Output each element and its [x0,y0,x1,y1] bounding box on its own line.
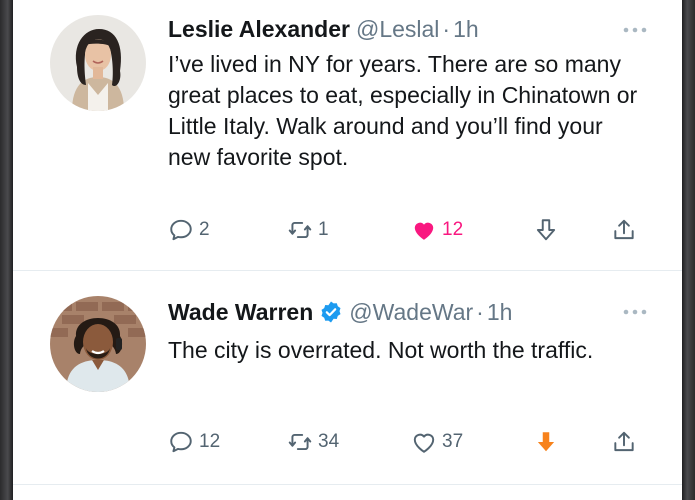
tweet-wade-warren[interactable]: Wade Warren @WadeWar · 1h The city is ov… [13,272,682,484]
like-button[interactable]: 12 [411,215,463,245]
retweet-button[interactable]: 1 [287,215,329,245]
divider [13,484,682,485]
dot-separator: · [442,16,451,42]
dot-separator: · [476,299,484,325]
timestamp[interactable]: 1h [453,15,479,43]
reply-count: 2 [199,219,210,240]
more-icon[interactable] [622,26,648,34]
author-name[interactable]: Leslie Alexander [168,15,350,43]
verified-badge-icon [321,301,341,323]
avatar[interactable] [50,296,146,392]
heart-icon [413,433,435,453]
downvote-icon [537,432,555,452]
share-button[interactable] [611,427,637,457]
downvote-icon [536,219,556,241]
reply-button[interactable]: 2 [168,215,210,245]
share-icon [614,219,634,240]
timeline: Leslie Alexander @Leslal · 1h I’ve lived… [13,0,682,500]
retweet-count: 34 [318,431,340,452]
more-icon[interactable] [622,308,648,316]
author-handle[interactable]: @WadeWar [349,298,473,326]
tweet-leslie-alexander[interactable]: Leslie Alexander @Leslal · 1h I’ve lived… [13,0,682,270]
tweet-actions: 2 1 12 [168,215,653,245]
tweet-text: I’ve lived in NY for years. There are so… [168,51,638,170]
reply-icon [170,219,192,241]
like-count: 12 [442,219,464,240]
retweet-icon [288,433,312,451]
share-button[interactable] [611,215,637,245]
heart-icon [414,222,434,240]
like-button[interactable]: 37 [411,427,463,457]
timestamp[interactable]: 1h [487,298,513,326]
tweet-actions: 12 34 37 [168,427,653,457]
author-name[interactable]: Wade Warren [168,298,313,326]
reply-icon [170,431,192,453]
retweet-count: 1 [318,219,329,240]
tweet-header: Wade Warren @WadeWar · 1h [168,298,512,326]
device-bezel-right [682,0,695,500]
avatar[interactable] [50,15,146,111]
downvote-button[interactable] [533,427,559,457]
like-count: 37 [442,431,464,452]
reply-count: 12 [199,431,221,452]
retweet-icon [288,221,312,239]
tweet-text: The city is overrated. Not worth the tra… [168,337,594,363]
downvote-button[interactable] [533,215,559,245]
share-icon [614,431,634,452]
divider [13,270,682,271]
retweet-button[interactable]: 34 [287,427,339,457]
tweet-header: Leslie Alexander @Leslal · 1h [168,15,479,43]
reply-button[interactable]: 12 [168,427,220,457]
device-bezel-left [0,0,13,500]
author-handle[interactable]: @Leslal [356,15,439,43]
